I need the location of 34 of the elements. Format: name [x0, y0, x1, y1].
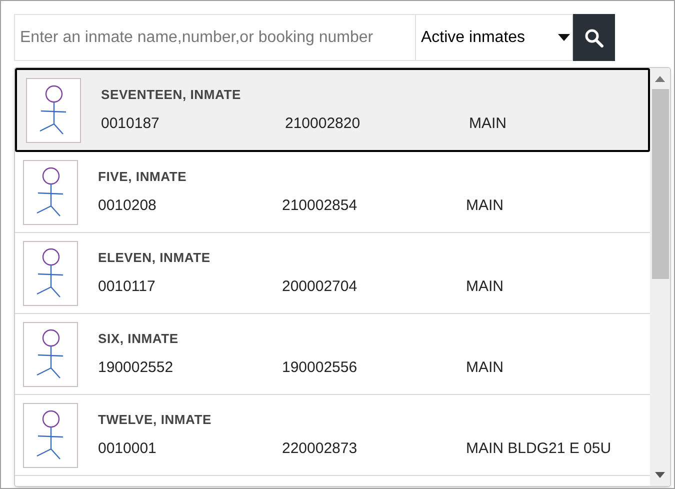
table-cell-text: 0010187 [101, 114, 160, 134]
table-cell-text: 200002704 [282, 276, 358, 296]
search-icon [584, 28, 604, 48]
table-cell-text: MAIN [469, 114, 506, 134]
inmate-name: ELEVEN, INMATE [98, 249, 212, 267]
table-cell-text: MAIN BLDG21 E 05U [466, 438, 612, 458]
inmate-name: FIVE, INMATE [98, 168, 188, 186]
status-dropdown[interactable]: Active inmates [416, 14, 573, 61]
table-cell-text: MAIN [466, 196, 504, 216]
scrollbar[interactable] [650, 68, 670, 486]
table-cell-text: 210002854 [282, 196, 358, 216]
result-item[interactable]: TWELVE, INMATE 0010001 220002873 MAIN BLDG21 E 05U [15, 395, 650, 476]
scroll-thumb[interactable] [652, 89, 668, 279]
table-cell-text: 0010001 [98, 438, 158, 458]
result-item[interactable]: SEVENTEEN, INMATE 0010187 210002820 MAIN [15, 68, 650, 152]
caret-icon [558, 34, 570, 41]
table-cell-text: 190002552 [98, 358, 174, 378]
scroll-up-icon [655, 76, 665, 82]
table-cell-text: 0010208 [98, 196, 158, 216]
table-cell-text: MAIN [466, 358, 504, 378]
table-cell-text: 190002556 [282, 358, 358, 378]
result-item[interactable]: SIX, INMATE 190002552 190002556 MAIN [15, 314, 650, 395]
table-cell-text: 210002820 [285, 114, 362, 134]
table-cell-text: 0010117 [98, 276, 156, 296]
inmate-name: TWELVE, INMATE [98, 411, 212, 429]
inmate-name: SEVENTEEN, INMATE [101, 86, 242, 104]
table-cell-text: 220002873 [282, 438, 358, 458]
scroll-down-icon [655, 472, 665, 478]
result-item[interactable]: FIVE, INMATE 0010208 210002854 MAIN [15, 152, 650, 233]
search-button[interactable] [573, 14, 615, 61]
table-cell-text: MAIN [466, 276, 504, 296]
search-field[interactable]: Enter an inmate name,number,or booking number [14, 14, 416, 61]
inmate-name: SIX, INMATE [98, 330, 180, 348]
result-item[interactable]: ELEVEN, INMATE 0010117 200002704 MAIN [15, 233, 650, 314]
